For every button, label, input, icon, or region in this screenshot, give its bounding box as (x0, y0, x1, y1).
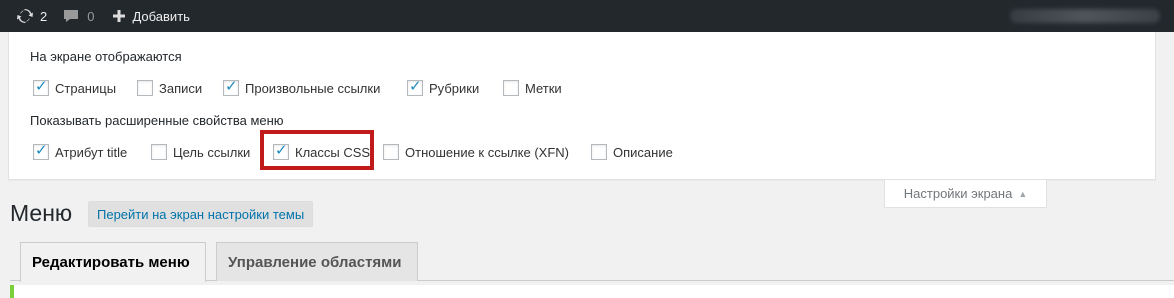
option-categories[interactable]: ✓ Рубрики (407, 78, 479, 98)
tab-edit-menu[interactable]: Редактировать меню (20, 242, 206, 282)
checkbox-title-attribute[interactable]: ✓ (33, 142, 49, 160)
checkmark-icon: ✓ (225, 78, 238, 95)
updates-count: 2 (40, 8, 48, 24)
checkbox-categories[interactable]: ✓ (407, 78, 423, 96)
option-label: Метки (525, 80, 562, 96)
comments-count: 0 (87, 8, 95, 24)
checkbox-description[interactable] (591, 144, 607, 160)
checkbox-tags[interactable] (503, 80, 519, 96)
option-title-attribute[interactable]: ✓ Атрибут title (33, 142, 127, 162)
option-description[interactable]: Описание (591, 142, 673, 162)
customize-theme-button[interactable]: Перейти на экран настройки темы (88, 201, 314, 227)
advanced-legend: Показывать расширенные свойства меню (30, 113, 284, 128)
option-link-target[interactable]: Цель ссылки (151, 142, 250, 162)
option-tags[interactable]: Метки (503, 78, 562, 98)
option-label: Рубрики (429, 80, 480, 96)
option-label: Записи (159, 80, 203, 96)
add-new-link[interactable]: Добавить (112, 0, 190, 32)
checkbox-pages[interactable]: ✓ (33, 78, 49, 96)
option-label: Описание (613, 144, 673, 160)
checkbox-custom-links[interactable]: ✓ (223, 78, 239, 96)
screen-options-toggle[interactable]: Настройки экрана ▲ (884, 180, 1047, 208)
option-pages[interactable]: ✓ Страницы (33, 78, 116, 98)
screen-options-panel: На экране отображаются ✓ Страницы Записи… (8, 32, 1156, 180)
option-posts[interactable]: Записи (137, 78, 202, 98)
plus-icon (112, 9, 126, 23)
menu-content-box (10, 285, 1174, 298)
admin-bar: 2 0 Добавить (0, 0, 1174, 32)
checkmark-icon: ✓ (35, 142, 48, 159)
page-title: Меню (10, 200, 73, 226)
user-account-blurred[interactable] (1010, 9, 1160, 23)
comments-link[interactable]: 0 (63, 0, 94, 32)
option-label: Атрибут title (55, 144, 128, 160)
add-new-label: Добавить (132, 8, 190, 24)
checkmark-icon: ✓ (35, 78, 48, 95)
checkbox-xfn[interactable] (383, 144, 399, 160)
option-label: Произвольные ссылки (245, 80, 381, 96)
option-label: Цель ссылки (173, 144, 251, 160)
boxes-legend: На экране отображаются (30, 49, 182, 64)
updates-icon (16, 7, 34, 25)
checkbox-posts[interactable] (137, 80, 153, 96)
option-label: Страницы (55, 80, 117, 96)
option-custom-links[interactable]: ✓ Произвольные ссылки (223, 78, 380, 98)
arrow-up-icon: ▲ (1018, 188, 1028, 199)
checkbox-link-target[interactable] (151, 144, 167, 160)
checkmark-icon: ✓ (409, 78, 422, 95)
highlight-box (260, 130, 374, 170)
updates-link[interactable]: 2 (16, 0, 47, 32)
option-label: Отношение к ссылке (XFN) (405, 144, 569, 160)
tab-manage-locations[interactable]: Управление областями (216, 242, 418, 281)
comment-icon (63, 8, 79, 24)
option-xfn[interactable]: Отношение к ссылке (XFN) (383, 142, 569, 162)
screen-options-label: Настройки экрана (903, 186, 1013, 201)
